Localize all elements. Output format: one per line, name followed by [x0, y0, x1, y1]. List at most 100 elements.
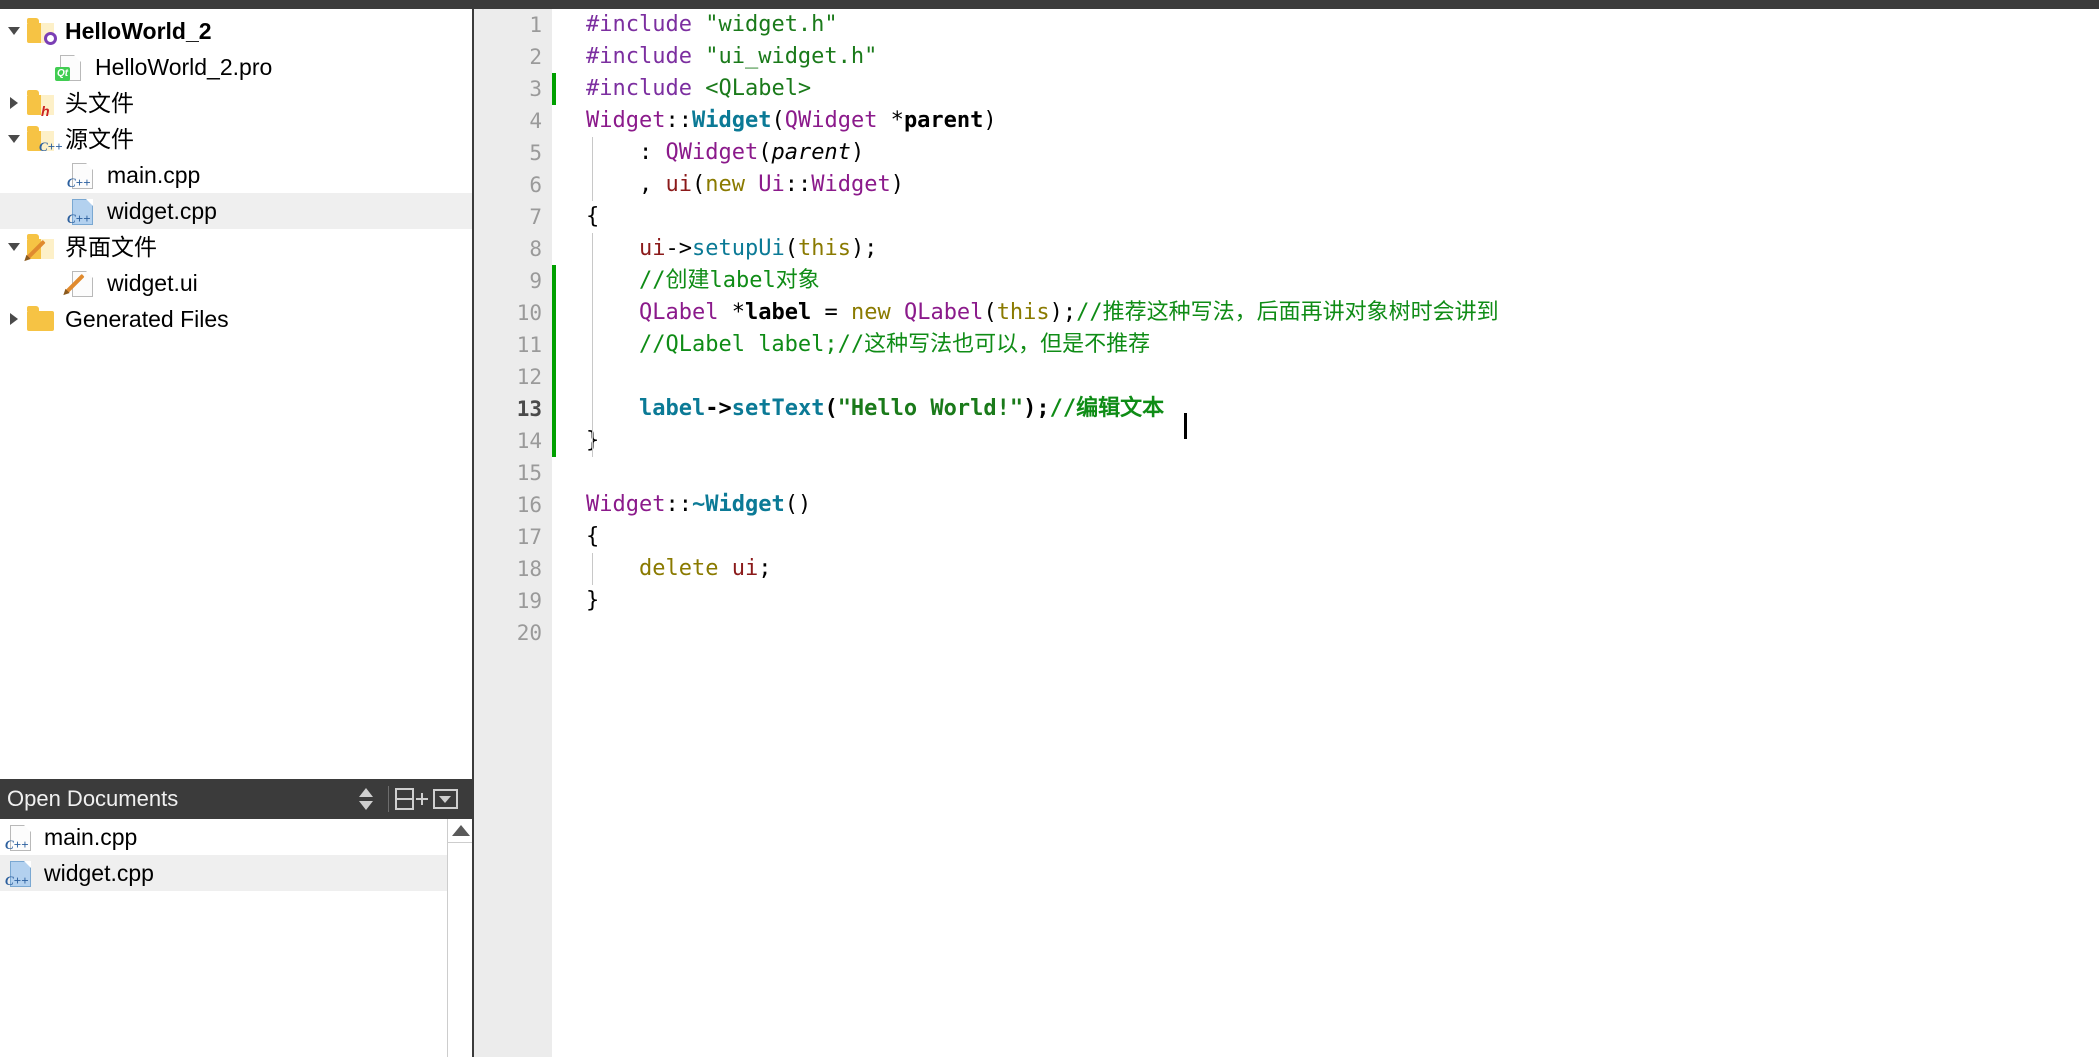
open-document-label: widget.cpp: [44, 859, 154, 886]
plus-icon: [415, 793, 428, 805]
modified-marker: [552, 265, 556, 457]
tree-item-sources[interactable]: C++ 源文件: [0, 121, 472, 157]
tree-item-main-cpp[interactable]: C++ main.cpp: [0, 157, 472, 193]
line-number-current: 13: [516, 397, 542, 421]
sort-toggle-button[interactable]: [349, 784, 383, 814]
cpp-file-icon: C++: [4, 823, 38, 851]
tree-item-label: 头文件: [65, 89, 134, 116]
tree-item-helloworld-2-pro[interactable]: Qt HelloWorld_2.pro: [0, 49, 472, 85]
chevron-down-icon[interactable]: [4, 27, 24, 35]
line-number: 19: [516, 589, 542, 613]
dropdown-box-icon: [432, 789, 458, 809]
indent-guide: [592, 553, 593, 585]
tree-item-forms[interactable]: 界面文件: [0, 229, 472, 265]
tree-item-generated-files[interactable]: Generated Files: [0, 301, 472, 337]
indent-guide: [592, 137, 593, 201]
code-line-4: Widget::Widget(QWidget *parent): [586, 108, 997, 133]
open-documents-scrollbar[interactable]: [447, 819, 472, 1057]
code-line-8: ui->setupUi(this);: [638, 236, 878, 261]
project-tree[interactable]: HelloWorld_2 Qt HelloWorld_2.pro h 头文件 C…: [0, 9, 472, 779]
code-line-19: }: [586, 588, 600, 613]
workspace: HelloWorld_2 Qt HelloWorld_2.pro h 头文件 C…: [0, 9, 2099, 1057]
tree-item-widget-cpp[interactable]: C++ widget.cpp: [0, 193, 472, 229]
cpp-file-active-icon: C++: [66, 197, 100, 225]
line-number: 3: [529, 77, 542, 101]
tree-item-helloworld-2[interactable]: HelloWorld_2: [0, 13, 472, 49]
cpp-file-icon: C++: [66, 161, 100, 189]
tree-item-widget-ui[interactable]: widget.ui: [0, 265, 472, 301]
tree-item-label: Generated Files: [65, 305, 229, 332]
line-number: 17: [516, 525, 542, 549]
folder-forms-icon: [24, 233, 58, 261]
tree-item-label: HelloWorld_2.pro: [95, 53, 273, 80]
code-line-9: //创建label对象: [638, 268, 820, 293]
line-number: 9: [529, 269, 542, 293]
open-document-widget-cpp[interactable]: C++ widget.cpp: [0, 855, 472, 891]
line-number: 6: [529, 173, 542, 197]
folder-headers-icon: h: [24, 89, 58, 118]
up-down-arrows-icon: [358, 786, 374, 812]
line-number: 8: [529, 237, 542, 261]
line-number: 18: [516, 557, 542, 581]
code-line-13: label->setText("Hello World!");//编辑文本: [638, 396, 1165, 421]
line-number: 15: [516, 461, 542, 485]
code-line-17: {: [586, 524, 600, 549]
modified-lines-bar: [552, 9, 556, 1057]
line-number: 10: [516, 301, 542, 325]
window-top-strip: [0, 0, 2099, 9]
code-line-18: delete ui;: [638, 556, 772, 581]
chevron-right-icon[interactable]: [4, 313, 24, 325]
chevron-down-icon[interactable]: [4, 135, 24, 143]
line-number: 4: [529, 109, 542, 133]
ui-file-icon: [65, 269, 100, 297]
tree-item-headers[interactable]: h 头文件: [0, 85, 472, 121]
code-line-7: {: [586, 204, 600, 229]
open-documents-title: Open Documents: [7, 786, 179, 811]
open-documents-header: Open Documents: [0, 779, 472, 819]
line-number: 20: [516, 621, 542, 645]
folder-sources-icon: C++: [24, 125, 63, 153]
split-editor-button[interactable]: [394, 784, 428, 814]
modified-marker: [552, 73, 556, 105]
tree-item-label: HelloWorld_2: [65, 17, 212, 44]
chevron-right-icon[interactable]: [4, 97, 24, 109]
tree-item-label: widget.cpp: [107, 197, 217, 224]
code-line-1: #include "widget.h": [586, 12, 838, 37]
change-marker-column: [552, 9, 580, 1057]
code-editor[interactable]: 1 2 3 4 5 6 7 8 9 10 11 12 13 14 15 16 1…: [474, 9, 2099, 1057]
line-number-gutter: 1 2 3 4 5 6 7 8 9 10 11 12 13 14 15 16 1…: [474, 9, 552, 1057]
code-line-2: #include "ui_widget.h": [586, 44, 878, 69]
line-number: 14: [516, 429, 542, 453]
open-documents-list[interactable]: C++ main.cpp C++ widget.cpp: [0, 819, 472, 1057]
folder-project-icon: [24, 17, 58, 45]
line-number: 1: [529, 13, 542, 37]
folder-plain-icon: [24, 305, 58, 333]
code-line-14: }: [586, 425, 2099, 457]
cpp-file-active-icon: C++: [4, 859, 38, 887]
toolbar-separator: [388, 786, 389, 812]
open-document-main-cpp[interactable]: C++ main.cpp: [0, 819, 472, 855]
close-panel-button[interactable]: [428, 784, 462, 814]
chevron-down-icon[interactable]: [4, 243, 24, 251]
code-line-6: , ui(new Ui::Widget): [586, 172, 904, 197]
tree-item-label: main.cpp: [107, 161, 201, 188]
line-number: 12: [516, 365, 542, 389]
code-text-area[interactable]: #include "widget.h" #include "ui_widget.…: [580, 9, 2099, 1057]
line-number: 2: [529, 45, 542, 69]
code-line-3: #include <QLabel>: [586, 76, 812, 101]
tree-item-label: widget.ui: [107, 269, 198, 296]
line-number: 7: [529, 205, 542, 229]
line-number: 5: [529, 141, 542, 165]
indent-guide: [592, 233, 593, 457]
scroll-up-arrow-icon[interactable]: [448, 819, 472, 843]
open-document-label: main.cpp: [44, 823, 138, 850]
code-line-16: Widget::~Widget(): [586, 492, 812, 517]
code-line-10: QLabel *label = new QLabel(this);//推荐这种写…: [638, 300, 1499, 325]
code-line-11: //QLabel label;//这种写法也可以，但是不推荐: [638, 332, 1151, 357]
sidebar: HelloWorld_2 Qt HelloWorld_2.pro h 头文件 C…: [0, 9, 474, 1057]
qt-project-file-icon: Qt: [54, 53, 88, 81]
tree-item-label: 源文件: [65, 125, 134, 152]
